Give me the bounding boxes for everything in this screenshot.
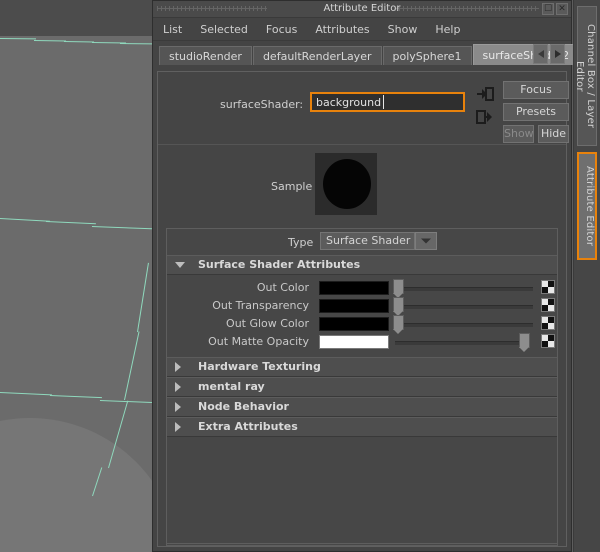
section-extra-attributes[interactable]: Extra Attributes	[167, 417, 557, 437]
slider-handle[interactable]	[393, 297, 404, 312]
menu-item-selected[interactable]: Selected	[200, 23, 248, 36]
checker-map-icon[interactable]	[541, 298, 555, 312]
sample-sphere-preview	[323, 159, 371, 209]
right-dock-tabbar: Channel Box / Layer Editor Attribute Edi…	[573, 0, 600, 552]
viewport-upper-surface	[0, 0, 152, 36]
attribute-rows: Out Color Out Transparency O	[167, 275, 557, 357]
slider-handle[interactable]	[519, 333, 530, 348]
checker-map-icon[interactable]	[541, 316, 555, 330]
caret-right-icon[interactable]	[550, 44, 565, 64]
sample-row: Sample	[158, 144, 566, 225]
color-swatch[interactable]	[319, 317, 389, 331]
tab-default-render-layer[interactable]: defaultRenderLayer	[253, 46, 382, 65]
triangle-right-icon	[175, 422, 181, 432]
maya-attribute-editor-screen: Attribute Editor ☐ ✕ List Selected Focus…	[0, 0, 600, 552]
close-icon[interactable]: ✕	[556, 3, 568, 15]
dock-tab-channel-box-layer-editor[interactable]: Channel Box / Layer Editor	[577, 6, 597, 146]
type-row: Type Surface Shader	[167, 229, 557, 255]
tab-studio-render[interactable]: studioRender	[159, 46, 252, 65]
maximize-icon[interactable]: ☐	[542, 3, 554, 15]
attr-row-out-color: Out Color	[167, 279, 557, 297]
menu-item-attributes[interactable]: Attributes	[315, 23, 369, 36]
tab-poly-sphere1[interactable]: polySphere1	[383, 46, 472, 65]
attr-row-out-matte-opacity: Out Matte Opacity	[167, 333, 557, 351]
menu-item-help[interactable]: Help	[435, 23, 460, 36]
chevron-down-icon[interactable]	[415, 232, 437, 250]
attribute-editor-window: Attribute Editor ☐ ✕ List Selected Focus…	[152, 0, 572, 552]
menu-item-focus[interactable]: Focus	[266, 23, 297, 36]
type-select[interactable]: Surface Shader	[320, 232, 415, 250]
slider-handle[interactable]	[393, 315, 404, 330]
section-title: mental ray	[198, 380, 265, 393]
connect-output-icon[interactable]	[476, 109, 494, 125]
slider-track[interactable]	[395, 323, 533, 327]
caret-left-icon[interactable]	[533, 44, 548, 64]
sample-swatch[interactable]	[315, 153, 377, 215]
hide-button[interactable]: Hide	[538, 125, 569, 143]
color-swatch[interactable]	[319, 299, 389, 313]
section-node-behavior[interactable]: Node Behavior	[167, 397, 557, 417]
type-label: Type	[288, 236, 313, 249]
sample-label: Sample	[271, 180, 312, 193]
triangle-right-icon	[175, 402, 181, 412]
menu-item-list[interactable]: List	[163, 23, 182, 36]
attr-label: Out Color	[163, 281, 309, 294]
text-caret	[383, 95, 384, 109]
slider-handle[interactable]	[393, 279, 404, 294]
section-title: Extra Attributes	[198, 420, 298, 433]
node-name-row: surfaceShader:	[158, 72, 566, 144]
3d-viewport[interactable]	[0, 0, 152, 552]
node-name-input[interactable]	[310, 92, 465, 112]
triangle-down-icon	[175, 262, 185, 268]
attr-row-out-transparency: Out Transparency	[167, 297, 557, 315]
slider-track[interactable]	[395, 341, 525, 345]
slider-track[interactable]	[395, 305, 533, 309]
menu-bar: List Selected Focus Attributes Show Help	[153, 18, 571, 41]
section-title: Node Behavior	[198, 400, 289, 413]
section-hardware-texturing[interactable]: Hardware Texturing	[167, 357, 557, 377]
color-swatch[interactable]	[319, 335, 389, 349]
checker-map-icon[interactable]	[541, 280, 555, 294]
color-swatch[interactable]	[319, 281, 389, 295]
attr-label: Out Glow Color	[163, 317, 309, 330]
dock-tab-attribute-editor[interactable]: Attribute Editor	[577, 152, 597, 260]
section-mental-ray[interactable]: mental ray	[167, 377, 557, 397]
triangle-right-icon	[175, 362, 181, 372]
slider-track[interactable]	[395, 287, 533, 291]
triangle-right-icon	[175, 382, 181, 392]
presets-button[interactable]: Presets	[503, 103, 569, 121]
node-tab-bar: studioRender defaultRenderLayer polySphe…	[153, 41, 571, 69]
section-surface-shader-attributes[interactable]: Surface Shader Attributes	[167, 255, 557, 275]
attribute-panel: Type Surface Shader Surface Shader Attri…	[166, 228, 558, 546]
checker-map-icon[interactable]	[541, 334, 555, 348]
window-titlebar[interactable]: Attribute Editor ☐ ✕	[153, 1, 571, 18]
window-title: Attribute Editor	[153, 3, 571, 14]
connect-input-icon[interactable]	[476, 86, 494, 102]
focus-button[interactable]: Focus	[503, 81, 569, 99]
attr-label: Out Matte Opacity	[163, 335, 309, 348]
attribute-editor-body: surfaceShader:	[157, 71, 567, 547]
show-button[interactable]: Show	[503, 125, 534, 143]
attr-row-out-glow-color: Out Glow Color	[167, 315, 557, 333]
attr-label: Out Transparency	[163, 299, 309, 312]
attribute-panel-empty-area	[166, 524, 558, 544]
section-title: Surface Shader Attributes	[198, 258, 360, 271]
menu-item-show[interactable]: Show	[388, 23, 418, 36]
section-title: Hardware Texturing	[198, 360, 321, 373]
node-type-label: surfaceShader:	[220, 98, 303, 111]
